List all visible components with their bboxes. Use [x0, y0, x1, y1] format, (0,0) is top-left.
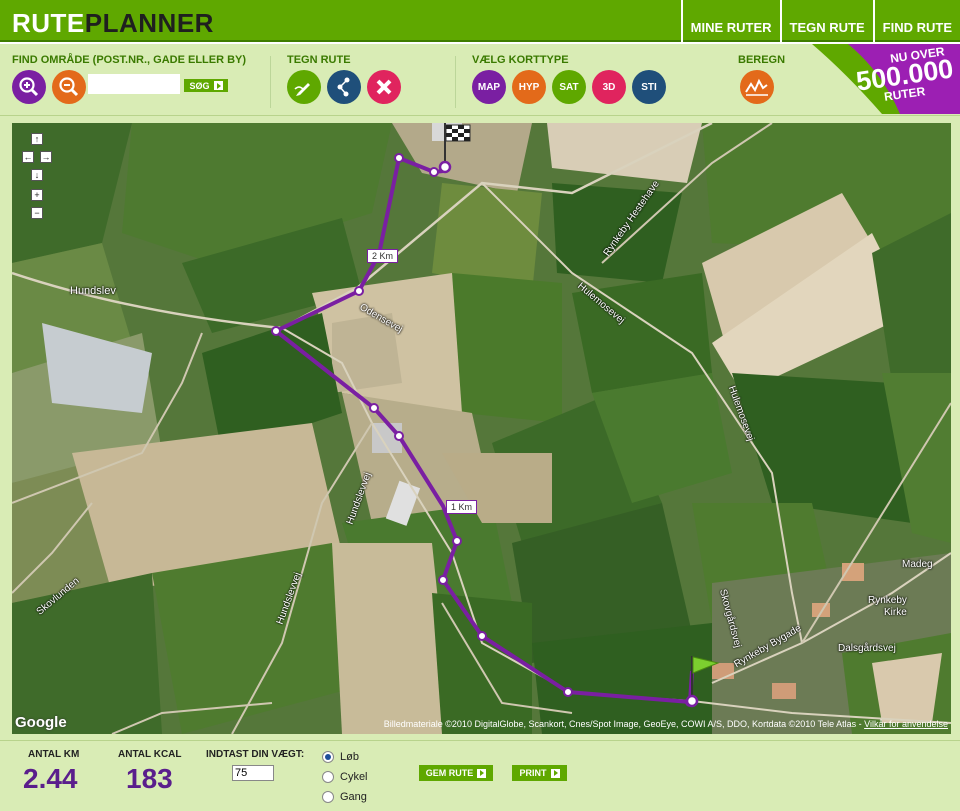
top-nav: MINE RUTER TEGN RUTE FIND RUTE	[680, 0, 960, 42]
pencil-icon	[294, 83, 310, 96]
nav-tegn-rute[interactable]: TEGN RUTE	[779, 0, 873, 42]
activity-run[interactable]: Løb	[322, 751, 359, 763]
pan-up-button[interactable]: ↑	[31, 133, 43, 145]
terms-link[interactable]: Vilkår for anvendelse	[864, 719, 948, 729]
activity-bike[interactable]: Cykel	[322, 771, 368, 783]
pan-left-button[interactable]: ←	[22, 151, 34, 163]
arrow-right-icon	[213, 81, 223, 90]
activity-bike-label: Cykel	[340, 771, 368, 783]
waypoint-button[interactable]	[327, 70, 361, 104]
kcal-label: ANTAL KCAL	[118, 749, 182, 760]
print-label: PRINT	[519, 768, 547, 778]
find-area-title: FIND OMRÅDE (POST.NR., GADE ELLER BY)	[12, 54, 247, 66]
satellite-map[interactable]: ↑ ← → ↓ + − Hundslev Rynkeby Kirke Rynke…	[12, 123, 951, 734]
place-label-hundslev: Hundslev	[70, 285, 116, 297]
find-area-group: FIND OMRÅDE (POST.NR., GADE ELLER BY)	[12, 54, 246, 66]
weight-input[interactable]	[232, 765, 274, 781]
radio-walk[interactable]	[322, 791, 334, 803]
route-points-icon	[337, 77, 350, 97]
zoom-out-button[interactable]	[52, 70, 86, 104]
zoom-out-icon	[59, 77, 79, 97]
map-canvas	[12, 123, 951, 734]
calculate-group: BEREGN	[738, 54, 785, 66]
map-type-sti[interactable]: STI	[632, 70, 666, 104]
kcal-value: 183	[126, 763, 173, 794]
map-type-map[interactable]: MAP	[472, 70, 506, 104]
route-km-marker-2: 2 Km	[367, 249, 399, 263]
route-km-marker-1: 1 Km	[446, 500, 478, 514]
map-type-group: VÆLG KORTTYPE	[472, 54, 569, 66]
app-logo[interactable]: RUTEPLANNER	[12, 8, 214, 39]
road-label-dalsgardsvej: Dalsgårdsvej	[838, 643, 896, 654]
activity-walk[interactable]: Gang	[322, 791, 367, 803]
weight-label: INDTAST DIN VÆGT:	[206, 749, 305, 760]
pan-right-button[interactable]: →	[40, 151, 52, 163]
area-search-input[interactable]	[88, 74, 180, 94]
clear-route-button[interactable]	[367, 70, 401, 104]
attribution-text: Billedmateriale ©2010 DigitalGlobe, Scan…	[383, 719, 862, 729]
km-label: ANTAL KM	[28, 749, 80, 760]
activity-run-label: Løb	[340, 751, 359, 763]
zoom-in-button[interactable]	[12, 70, 46, 104]
zoom-in-icon	[19, 77, 39, 97]
place-label-kirke: Kirke	[884, 607, 907, 618]
pan-down-button[interactable]: ↓	[31, 169, 43, 181]
calculate-title: BEREGN	[738, 54, 786, 66]
calculate-button[interactable]	[740, 70, 774, 104]
map-type-hyp[interactable]: HYP	[512, 70, 546, 104]
arrow-right-icon	[550, 768, 560, 778]
radio-bike[interactable]	[322, 771, 334, 783]
stats-footer: ANTAL KM 2.44 ANTAL KCAL 183 INDTAST DIN…	[0, 740, 960, 811]
road-label-madeg: Madeg	[902, 559, 933, 570]
logo-part1: RUTE	[12, 8, 85, 38]
search-button-label: SØG	[189, 80, 210, 91]
radio-run[interactable]	[322, 751, 334, 763]
map-type-title: VÆLG KORTTYPE	[472, 54, 569, 66]
nav-mine-ruter[interactable]: MINE RUTER	[680, 0, 780, 42]
arrow-right-icon	[477, 768, 487, 778]
map-frame: ↑ ← → ↓ + − Hundslev Rynkeby Kirke Rynke…	[0, 116, 960, 740]
search-button[interactable]: SØG	[184, 79, 228, 92]
save-route-button[interactable]: GEM RUTE	[419, 765, 493, 781]
km-value: 2.44	[23, 763, 78, 794]
google-logo[interactable]: Google	[15, 714, 67, 731]
map-zoom-out-button[interactable]: −	[31, 207, 43, 219]
logo-part2: PLANNER	[84, 8, 214, 38]
place-label-rynkeby: Rynkeby	[868, 595, 907, 606]
activity-walk-label: Gang	[340, 791, 367, 803]
top-header: RUTEPLANNER MINE RUTER TEGN RUTE FIND RU…	[0, 0, 960, 42]
map-zoom-in-button[interactable]: +	[31, 189, 43, 201]
draw-route-group: TEGN RUTE	[287, 54, 351, 66]
map-type-sat[interactable]: SAT	[552, 70, 586, 104]
print-button[interactable]: PRINT	[512, 765, 567, 781]
map-attribution: Billedmateriale ©2010 DigitalGlobe, Scan…	[384, 719, 948, 729]
draw-route-title: TEGN RUTE	[287, 54, 351, 66]
nav-find-rute[interactable]: FIND RUTE	[872, 0, 960, 42]
close-icon	[376, 79, 392, 95]
map-type-3d[interactable]: 3D	[592, 70, 626, 104]
promo-badge[interactable]: NU OVER 500.000 RUTER	[812, 44, 960, 114]
save-route-label: GEM RUTE	[425, 768, 474, 778]
elevation-icon	[745, 78, 768, 96]
toolbar-divider	[270, 56, 271, 108]
toolbar-divider	[455, 56, 456, 108]
draw-route-button[interactable]	[287, 70, 321, 104]
